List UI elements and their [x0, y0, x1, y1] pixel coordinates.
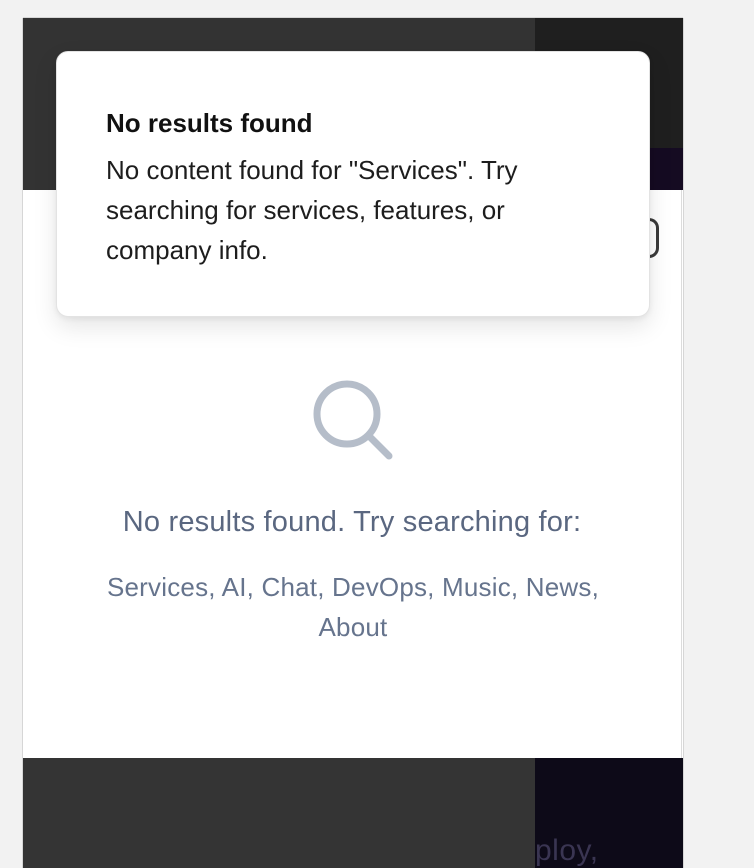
search-suggestions: Services, AI, Chat, DevOps, Music, News,…	[106, 572, 600, 642]
toast-title: No results found	[106, 108, 313, 138]
background-text: ploy,	[535, 834, 599, 867]
dimmed-footer-left	[23, 758, 535, 868]
dimmed-footer-right: ploy,	[535, 758, 683, 868]
search-icon	[313, 380, 393, 460]
empty-results-message: No results found. Try searching for:	[122, 506, 582, 538]
no-results-toast: No results found No content found for "S…	[56, 51, 650, 317]
toast-message: No content found for "Services". Try sea…	[106, 155, 518, 265]
